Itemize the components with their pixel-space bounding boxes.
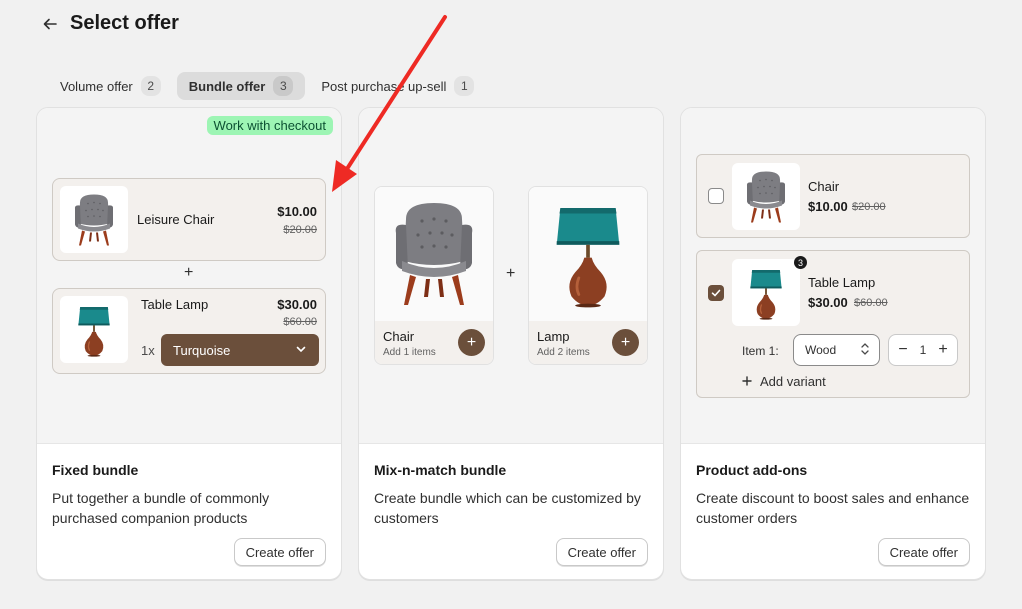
quantity-label: 1x [141,343,155,358]
item-compare-price: $60.00 [283,316,317,328]
quantity-stepper[interactable]: − 1 + [888,334,958,366]
variant-value: Turquoise [173,342,231,358]
item-name: Chair [808,179,840,194]
tab-label: Bundle offer [188,78,266,94]
card-fixed-bundle: Work with checkout Leisure Chair $10.00 … [36,107,342,580]
mix-tile-lamp: Lamp Add 2 items + [528,186,648,365]
addon-checkbox[interactable] [708,285,724,301]
tab-count: 3 [273,76,294,96]
add-lamp-button[interactable]: + [612,329,639,356]
increment-button[interactable]: + [937,341,949,359]
tab-count: 2 [140,76,161,96]
item-label: Item 1: [742,344,779,358]
up-down-chevron-icon [860,342,870,359]
item-price: $10.00 [808,199,848,214]
bundle-item-lamp: Table Lamp $30.00 $60.00 1x Turquoise [52,288,326,374]
decrement-button[interactable]: − [897,341,909,359]
tab-post-purchase-upsell[interactable]: Post purchase up-sell 1 [309,72,486,100]
variant-select[interactable]: Wood [793,334,880,366]
item-name: Table Lamp [808,275,876,290]
item-price: $30.00 [277,297,317,312]
mix-tile-name: Lamp [537,329,570,344]
plus-icon: + [184,264,194,281]
create-offer-button[interactable]: Create offer [233,538,326,566]
card-product-add-ons: Chair $10.00 $20.00 3 Table Lamp $30.00 … [680,107,986,580]
item-compare-price: $20.00 [852,201,886,213]
page-title: Select offer [70,12,179,34]
page-header: Select offer [40,12,179,35]
card-description: Create discount to boost sales and enhan… [696,490,970,526]
lamp-image [60,296,128,363]
mix-tile-footer: Lamp Add 2 items + [529,321,647,364]
tab-label: Post purchase up-sell [321,78,447,94]
item-name: Leisure Chair [137,212,215,227]
add-chair-button[interactable]: + [458,329,485,356]
tab-volume-offer[interactable]: Volume offer 2 [48,72,173,100]
tab-count: 1 [454,76,475,96]
quantity-value: 1 [919,343,927,357]
item-compare-price: $60.00 [854,297,888,309]
add-variant-button[interactable]: Add variant [742,374,826,389]
item-compare-price: $20.00 [283,224,317,236]
plus-icon: + [506,265,516,282]
variant-value: Wood [805,343,837,357]
card-body: Fixed bundle Put together a bundle of co… [37,444,341,579]
card-mix-n-match-bundle: Chair Add 1 items + + Lamp Add 2 items +… [358,107,664,580]
lamp-image [732,259,800,326]
card-body: Mix-n-match bundle Create bundle which c… [359,444,663,579]
add-variant-label: Add variant [760,374,826,389]
mix-tile-name: Chair [383,329,415,344]
offer-tabs: Volume offer 2 Bundle offer 3 Post purch… [48,72,486,100]
card-description: Put together a bundle of commonly purcha… [52,490,270,526]
chair-image [60,186,128,253]
bundle-item-chair: Leisure Chair $10.00 $20.00 [52,178,326,261]
chair-image [732,163,800,230]
tab-bundle-offer[interactable]: Bundle offer 3 [176,72,306,100]
checkmark-icon [711,289,721,297]
item-price: $30.00 [808,295,848,310]
card-body: Product add-ons Create discount to boost… [681,444,985,579]
work-with-checkout-badge: Work with checkout [206,116,333,135]
variant-select[interactable]: Turquoise [161,334,319,366]
tab-label: Volume offer [60,78,133,94]
card-title: Mix-n-match bundle [374,462,507,478]
create-offer-button[interactable]: Create offer [877,538,970,566]
chair-image [375,187,493,321]
mix-tile-subtitle: Add 1 items [383,347,436,358]
mix-tile-footer: Chair Add 1 items + [375,321,493,364]
arrow-left-icon[interactable] [40,14,60,34]
addon-item-chair: Chair $10.00 $20.00 [696,154,970,238]
card-preview: Chair Add 1 items + + Lamp Add 2 items + [359,108,663,444]
card-preview: Work with checkout Leisure Chair $10.00 … [37,108,341,444]
chevron-down-icon [295,343,307,358]
addon-checkbox[interactable] [708,188,724,204]
card-title: Fixed bundle [52,462,139,478]
mix-tile-chair: Chair Add 1 items + [374,186,494,365]
item-name: Table Lamp [141,297,209,312]
mix-tile-subtitle: Add 2 items [537,347,590,358]
addon-item-lamp: 3 Table Lamp $30.00 $60.00 Item 1: Wood … [696,250,970,398]
card-preview: Chair $10.00 $20.00 3 Table Lamp $30.00 … [681,108,985,444]
item-price: $10.00 [277,204,317,219]
lamp-image [529,187,647,321]
card-description: Create bundle which can be customized by… [374,490,641,526]
create-offer-button[interactable]: Create offer [555,538,648,566]
card-title: Product add-ons [696,462,808,478]
plus-icon [742,374,752,389]
quantity-badge: 3 [794,256,807,269]
